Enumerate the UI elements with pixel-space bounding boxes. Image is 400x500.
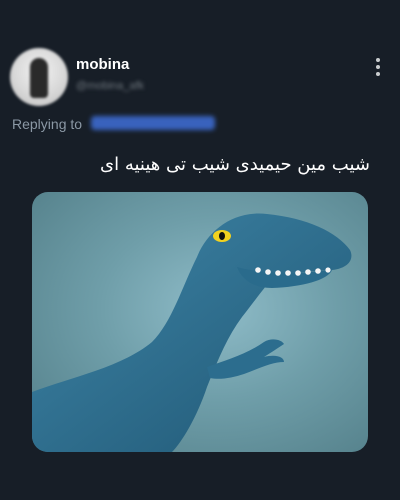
author-display-name[interactable]: mobina xyxy=(76,56,129,73)
more-vertical-icon[interactable] xyxy=(376,58,380,76)
dinosaur-image xyxy=(32,213,352,452)
tweet-media-image[interactable] xyxy=(32,192,368,452)
author-handle[interactable]: @mobina_afk xyxy=(76,80,144,92)
replying-to-label: Replying to xyxy=(12,116,83,132)
tweet-text: شیب مین حیمیدی شیب تی هینیه ای xyxy=(100,154,370,175)
avatar[interactable] xyxy=(10,48,68,106)
reply-to-handle-link[interactable] xyxy=(91,116,215,130)
